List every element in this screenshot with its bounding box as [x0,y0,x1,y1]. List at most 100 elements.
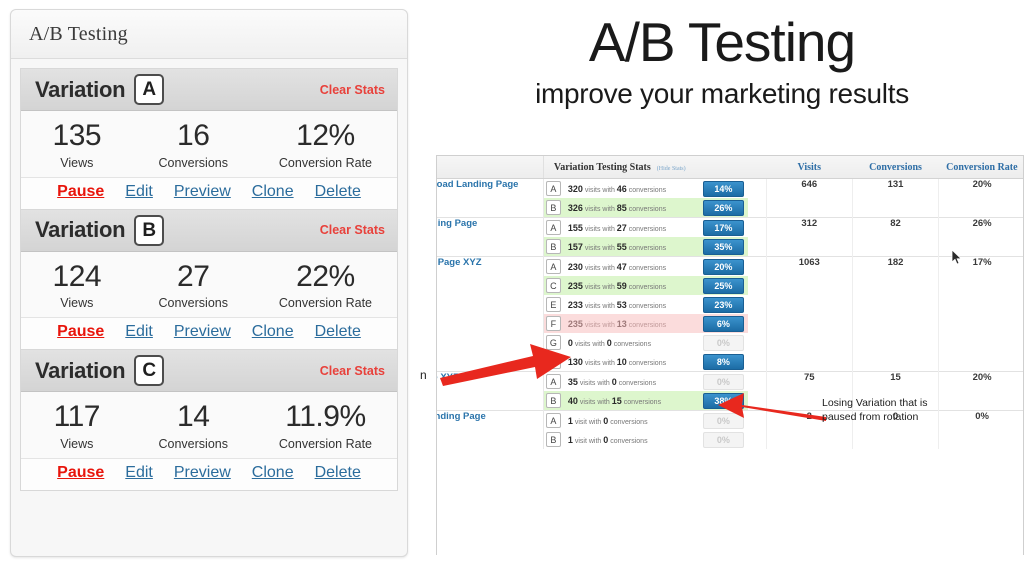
variation-stat-row: A 155 visits with 27 conversions 17% [544,218,748,237]
ab-testing-panel: A/B Testing Variation A Clear Stats 135 … [10,9,408,557]
variation-stat-row: E 233 visits with 53 conversions 23% [544,295,748,314]
visits-count: 157 [567,241,583,252]
visits-count: 1 [567,434,573,445]
views-label-b: Views [60,296,94,311]
conversions-count: 55 [616,241,627,252]
conversion-rate-cell: 20% [938,178,1023,218]
conversion-rate-badge: 6% [702,315,744,332]
pause-link-c[interactable]: Pause [57,464,104,482]
conversions-count: 85 [616,202,627,213]
clear-stats-link-c[interactable]: Clear Stats [320,364,385,378]
variation-header-c: Variation C Clear Stats [21,350,397,393]
variation-stat-text: 320 visits with 46 conversions [567,183,667,194]
conversion-rate-badge: 17% [702,219,744,236]
variation-letter-box: A [545,259,561,274]
stat-rate-b: 22% Conversion Rate [254,260,397,311]
variation-word-c: Variation [35,357,126,383]
clear-stats-link-a[interactable]: Clear Stats [320,83,385,97]
table-row: ownload Landing PageA 320 visits with 46 … [437,178,1023,218]
visits-count: 40 [567,395,578,406]
preview-link-a[interactable]: Preview [174,183,231,201]
variation-letter-badge-c: C [134,355,165,387]
conversion-rate-badge: 0% [702,334,744,351]
variation-letter-box: B [545,239,561,254]
header-stats-label: Variation Testing Stats [553,161,651,173]
delete-link-b[interactable]: Delete [315,323,361,341]
stat-views-b: 124 Views [21,260,133,311]
conversions-count: 59 [616,280,627,291]
delete-link-c[interactable]: Delete [315,464,361,482]
views-value-a: 135 [52,119,102,152]
views-value-c: 117 [53,400,101,434]
page-name-cell[interactable]: Landing Page [437,217,544,257]
conversions-count: 27 [616,222,627,233]
clear-stats-link-b[interactable]: Clear Stats [320,223,385,237]
conversion-rate-badge: 26% [702,199,744,216]
variation-stat-row: B 1 visit with 0 conversions 0% [544,430,748,449]
conversions-count: 0 [606,337,612,348]
edge-text-fragment: n [420,368,427,382]
header-variation-testing-stats: Variation Testing Stats (Hide Stats) [543,156,767,179]
conversions-value-b: 27 [177,259,210,293]
conversions-value-a: 16 [177,119,210,152]
visits-count: 1 [567,415,573,426]
visits-count: 326 [567,202,583,213]
variation-stat-text: 1 visit with 0 conversions [567,415,648,426]
preview-link-b[interactable]: Preview [174,323,231,341]
arrow-pointing-to-winning-variation [440,344,571,386]
edit-link-b[interactable]: Edit [125,323,153,341]
variation-stats-cell: A 230 visits with 47 conversions 20% C 235 v… [543,256,767,372]
visits-count: 233 [567,299,583,310]
clone-link-b[interactable]: Clone [252,323,294,341]
variation-word-b: Variation [35,217,126,243]
page-name-cell[interactable]: ownload Landing Page [437,178,544,218]
conversions-count: 47 [616,261,627,272]
visits-count: 235 [567,318,583,329]
hide-stats-link[interactable]: (Hide Stats) [657,166,686,172]
table-row: Landing PageA 155 visits with 27 conversi… [437,217,1023,257]
variation-header-a: Variation A Clear Stats [21,69,397,111]
panel-header: A/B Testing [11,10,407,59]
variation-stat-row: F 235 visits with 13 conversions 6% [543,314,748,333]
conversions-count: 53 [616,299,627,310]
stat-views-c: 117 Views [21,400,133,451]
conversions-count: 15 [611,395,622,406]
variation-stat-text: 155 visits with 27 conversions [567,222,667,233]
pause-link-a[interactable]: Pause [57,183,104,201]
callout-losing-variation: Losing Variation that is paused from rot… [822,397,928,424]
variation-stats-cell: A 155 visits with 27 conversions 17% B 157 v… [543,217,767,257]
variation-stat-text: 230 visits with 47 conversions [567,261,667,272]
clone-link-c[interactable]: Clone [252,464,294,482]
variation-stat-text: 35 visits with 0 conversions [567,376,657,387]
variation-stat-text: 130 visits with 10 conversions [567,356,667,367]
variation-block-c: Variation C Clear Stats 117 Views 14 Con… [21,350,397,491]
variation-block-a: Variation A Clear Stats 135 Views 16 Con… [21,69,397,210]
conversions-label-a: Conversions [158,155,228,170]
variation-stat-text: 233 visits with 53 conversions [567,299,667,310]
conversions-cell: 182 [852,256,940,372]
variation-stat-text: 157 visits with 55 conversions [567,241,667,252]
visits-cell: 312 [766,217,853,257]
edit-link-c[interactable]: Edit [125,464,153,482]
conversions-count: 0 [603,434,609,445]
variation-stats-cell: A 320 visits with 46 conversions 14% B 326 v… [543,178,767,218]
page-name-cell[interactable]: p Landing Page [437,410,544,449]
variation-letter-box: A [545,181,561,196]
conversions-count: 13 [616,318,627,329]
variation-letter-box: B [545,200,561,215]
variation-stat-row: B 157 visits with 55 conversions 35% [543,237,748,256]
variation-stat-text: 40 visits with 15 conversions [567,395,662,406]
pause-link-b[interactable]: Pause [57,323,104,341]
conversions-label-c: Conversions [158,436,228,451]
clone-link-a[interactable]: Clone [252,183,294,201]
edit-link-a[interactable]: Edit [125,183,153,201]
delete-link-a[interactable]: Delete [315,183,361,201]
variation-stats-a: 135 Views 16 Conversions 12% Conversion … [21,111,397,178]
variation-stats-b: 124 Views 27 Conversions 22% Conversion … [21,251,397,319]
right-content: A/B Testing improve your marketing resul… [420,0,1024,570]
visits-count: 320 [567,183,583,194]
visits-cell: 646 [766,178,853,218]
visits-count: 235 [567,280,583,291]
preview-link-c[interactable]: Preview [174,464,231,482]
visits-count: 155 [567,222,583,233]
